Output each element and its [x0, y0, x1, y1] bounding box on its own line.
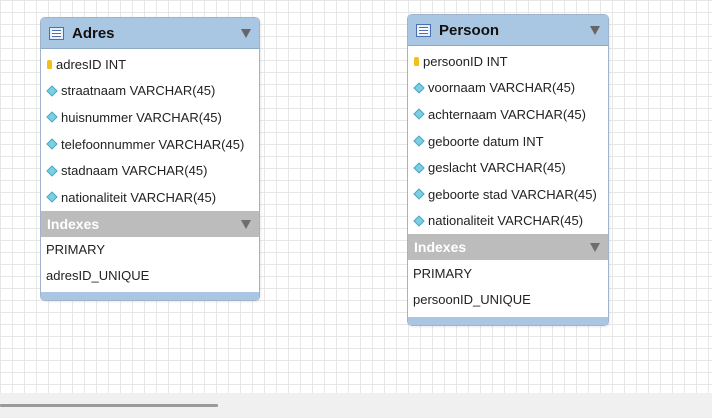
column-label: huisnummer VARCHAR(45)	[61, 109, 222, 125]
column-label: nationaliteit VARCHAR(45)	[61, 189, 217, 205]
collapse-arrow-icon[interactable]	[241, 219, 251, 229]
column-label: nationaliteit VARCHAR(45)	[428, 213, 584, 229]
table-title: Adres	[72, 24, 115, 42]
column-row[interactable]: voornaam VARCHAR(45)	[408, 75, 608, 102]
key-icon	[414, 56, 419, 66]
column-list: adresID INT straatnaam VARCHAR(45) huisn…	[41, 49, 259, 211]
diagram-canvas[interactable]: Adres adresID INT straatnaam VARCHAR(45)…	[0, 0, 712, 393]
column-diamond-icon	[413, 188, 425, 200]
column-diamond-icon	[413, 135, 425, 147]
column-row[interactable]: nationaliteit VARCHAR(45)	[41, 184, 259, 211]
index-row[interactable]: PRIMARY	[408, 260, 608, 286]
column-row[interactable]: persoonID INT	[408, 48, 608, 75]
column-diamond-icon	[46, 138, 58, 150]
collapse-arrow-icon[interactable]	[590, 26, 600, 35]
column-diamond-icon	[46, 85, 58, 97]
column-list: persoonID INT voornaam VARCHAR(45) achte…	[408, 46, 608, 234]
column-label: straatnaam VARCHAR(45)	[61, 83, 216, 99]
column-label: voornaam VARCHAR(45)	[428, 80, 576, 96]
indexes-header[interactable]: Indexes	[41, 210, 259, 237]
column-label: telefoonnummer VARCHAR(45)	[61, 136, 245, 152]
indexes-header[interactable]: Indexes	[408, 234, 608, 261]
column-label: stadnaam VARCHAR(45)	[61, 163, 208, 179]
column-row[interactable]: geboorte datum INT	[408, 128, 608, 155]
column-diamond-icon	[46, 165, 58, 177]
collapse-arrow-icon[interactable]	[590, 243, 600, 253]
column-label: persoonID INT	[423, 53, 508, 69]
column-diamond-icon	[46, 111, 58, 124]
table-footer	[41, 292, 259, 300]
column-diamond-icon	[413, 108, 425, 121]
column-label: geboorte datum INT	[428, 133, 544, 149]
key-icon	[47, 59, 52, 69]
column-row[interactable]: geboorte stad VARCHAR(45)	[408, 181, 608, 208]
index-row[interactable]: persoonID_UNIQUE	[408, 286, 608, 312]
column-diamond-icon	[413, 162, 425, 174]
indexes-title: Indexes	[414, 239, 467, 256]
table-header[interactable]: Adres	[41, 18, 259, 49]
column-diamond-icon	[413, 82, 425, 94]
horizontal-scrollbar[interactable]	[0, 393, 712, 418]
column-row[interactable]: adresID INT	[41, 51, 259, 78]
column-row[interactable]: huisnummer VARCHAR(45)	[41, 104, 259, 131]
scrollbar-thumb[interactable]	[0, 404, 218, 407]
column-row[interactable]: telefoonnummer VARCHAR(45)	[41, 131, 259, 158]
index-row[interactable]: PRIMARY	[41, 237, 259, 263]
table-title: Persoon	[439, 21, 500, 39]
column-label: geslacht VARCHAR(45)	[428, 160, 566, 176]
table-header[interactable]: Persoon	[408, 15, 608, 46]
indexes-title: Indexes	[47, 215, 100, 232]
column-row[interactable]: achternaam VARCHAR(45)	[408, 101, 608, 128]
column-row[interactable]: stadnaam VARCHAR(45)	[41, 157, 259, 184]
column-row[interactable]: nationaliteit VARCHAR(45)	[408, 208, 608, 235]
table-persoon[interactable]: Persoon persoonID INT voornaam VARCHAR(4…	[407, 14, 609, 326]
column-label: adresID INT	[56, 56, 127, 72]
table-adres[interactable]: Adres adresID INT straatnaam VARCHAR(45)…	[40, 17, 260, 301]
table-icon	[416, 23, 431, 37]
collapse-arrow-icon[interactable]	[241, 29, 251, 38]
column-row[interactable]: geslacht VARCHAR(45)	[408, 154, 608, 181]
column-diamond-icon	[413, 215, 425, 227]
table-footer	[408, 317, 608, 325]
column-row[interactable]: straatnaam VARCHAR(45)	[41, 78, 259, 105]
column-label: geboorte stad VARCHAR(45)	[428, 186, 597, 202]
index-row[interactable]: adresID_UNIQUE	[41, 263, 259, 289]
column-label: achternaam VARCHAR(45)	[428, 106, 586, 122]
column-diamond-icon	[46, 191, 58, 203]
table-icon	[49, 26, 64, 40]
